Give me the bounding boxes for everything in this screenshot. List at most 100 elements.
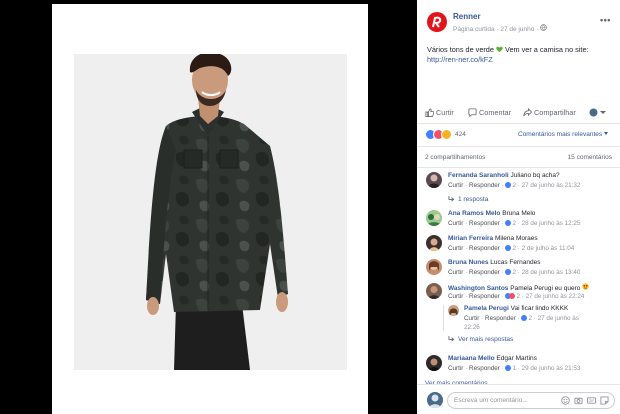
comment-like-link[interactable]: Curtir [448,182,463,189]
comment-like-link[interactable]: Curtir [448,365,463,372]
camera-icon[interactable] [574,396,583,405]
love-count-icon [509,293,516,299]
comment-like-link[interactable]: Curtir [448,220,463,227]
like-count-icon [505,182,512,188]
comment-like-count: 2 [512,245,516,252]
reply-time[interactable]: 27 de junho às [538,315,579,322]
comment-composer: Escreva um comentário... GIF [417,384,620,414]
comment-button[interactable]: Comentar [468,108,511,118]
avatar[interactable] [426,210,442,226]
reply-author[interactable]: Pamela Perugi [464,305,509,312]
comment-meta: Curtir · Responder · 2 · 27 de junho às … [448,293,585,300]
comment-time[interactable]: 28 de junho às 12:25 [522,220,581,227]
comment-icon [468,108,477,118]
renner-logo[interactable] [427,12,447,32]
shares-count[interactable]: 2 compartilhamentos [425,154,485,161]
avatar[interactable] [448,305,459,316]
like-button[interactable]: Curtir [425,108,454,117]
comment-input-placeholder: Escreva um comentário... [454,397,528,404]
page-name[interactable]: Renner [453,12,481,21]
comment-author[interactable]: Bruna Nunes [448,259,488,266]
reply-reply-link[interactable]: Responder [485,315,516,322]
comment-reply-link[interactable]: Responder [469,245,500,252]
avatar-photo-icon [429,238,439,251]
comment-time[interactable]: 27 de junho às 21:32 [522,182,581,189]
avatar[interactable] [426,259,442,275]
comment-text-line: Ana Ramos Melo Bruna Melo [448,210,535,217]
comment-time[interactable]: 2 de julho às 11:04 [522,245,575,252]
post-side-panel: Renner Página curtida · 27 de junho · ••… [417,0,620,414]
model-shirt-image [74,54,347,370]
thumbs-up-icon [425,108,435,117]
more-replies-label: Ver mais respostas [458,336,514,343]
comment-body: Pamela Perugi eu quero [510,285,581,292]
post-header: Renner Página curtida · 27 de junho · ••… [417,0,620,40]
gif-icon[interactable]: GIF [587,396,596,405]
share-as-selector[interactable] [589,108,609,117]
viewer-avatar [427,392,443,408]
comment-reply-link[interactable]: Responder [469,293,500,300]
avatar[interactable] [426,172,442,188]
reply-time-2[interactable]: 22:26 [464,324,480,331]
avatar-photo-icon [428,358,440,371]
comment-like-count: 2 [516,293,520,300]
reaction-count: 424 [455,131,466,138]
comment-reply-link[interactable]: Responder [469,220,500,227]
like-count-icon [521,315,528,321]
avatar[interactable] [426,355,442,371]
like-count-icon [505,245,512,251]
heart-eyes-emoji-icon [582,283,589,290]
emoji-icon[interactable] [561,396,570,405]
comment-time[interactable]: 29 de junho às 21:53 [522,365,581,372]
caption-link[interactable]: http://ren-ner.co/kFZ [427,55,493,64]
comment-reply-link[interactable]: Responder [469,365,500,372]
comment-author[interactable]: Ana Ramos Melo [448,210,500,217]
caption-text-2: Vem ver a camisa no site: [505,45,589,54]
reply-arrow-icon [448,336,455,342]
comment-author[interactable]: Mariaana Mello [448,355,495,362]
avatar[interactable] [426,283,442,299]
comment-time[interactable]: 28 de junho às 13:40 [522,269,581,276]
share-label: Compartilhar [534,108,576,117]
svg-text:GIF: GIF [589,399,596,403]
comment-time[interactable]: 27 de junho às 22:24 [526,293,585,300]
comment-text-line: Washington Santos Pamela Perugi eu quero [448,283,589,292]
post-meta-text: Página curtida · 27 de junho · [453,26,539,33]
reply-like-count: 2 [528,315,532,322]
more-options-icon[interactable]: ••• [600,15,611,25]
like-count-icon [505,269,512,275]
reply-time-wrap: 22:26 [464,324,480,331]
avatar-photo-icon [426,214,442,226]
page-avatar-dropdown-icon [589,108,606,117]
comment-like-count: 1 [512,365,516,372]
reply-meta: Curtir · Responder · 2 · 27 de junho às [464,315,579,322]
comment-text-line: Fernanda Saranholi Juliano bq acha? [448,172,560,179]
like-count-icon [505,365,512,371]
like-label: Curtir [436,108,454,117]
sticker-icon[interactable] [600,396,609,405]
avatar-photo-icon [429,394,441,408]
comment-reply-link[interactable]: Responder [469,182,500,189]
comment-author[interactable]: Washington Santos [448,285,508,292]
reply-body: Vai ficar lindo KKKK [510,305,569,312]
comment-reply-link[interactable]: Responder [469,269,500,276]
comment-input[interactable]: Escreva um comentário... GIF [447,392,615,409]
comment-author[interactable]: Fernanda Saranholi [448,172,509,179]
renner-r-icon [432,16,442,28]
post-photo[interactable] [74,54,347,370]
comment-like-count: 2 [512,220,516,227]
comment-meta: Curtir · Responder · 1 · 29 de junho às … [448,365,581,372]
view-replies-link[interactable]: 1 resposta [448,196,488,203]
comment-like-link[interactable]: Curtir [448,293,463,300]
share-button[interactable]: Compartilhar [523,107,576,117]
comment-like-link[interactable]: Curtir [448,245,463,252]
view-more-replies-link[interactable]: Ver mais respostas [448,336,513,343]
comment-body: Edgar Martins [496,355,537,362]
comment-like-link[interactable]: Curtir [448,269,463,276]
post-stats: 2 compartilhamentos 15 comentários [417,146,620,168]
comment-sort-dropdown[interactable]: Comentários mais relevantes [518,131,609,138]
avatar[interactable] [426,235,442,251]
comments-count[interactable]: 15 comentários [568,154,612,161]
reply-like-link[interactable]: Curtir [464,315,479,322]
comment-author[interactable]: Mirian Ferreira [448,235,493,242]
